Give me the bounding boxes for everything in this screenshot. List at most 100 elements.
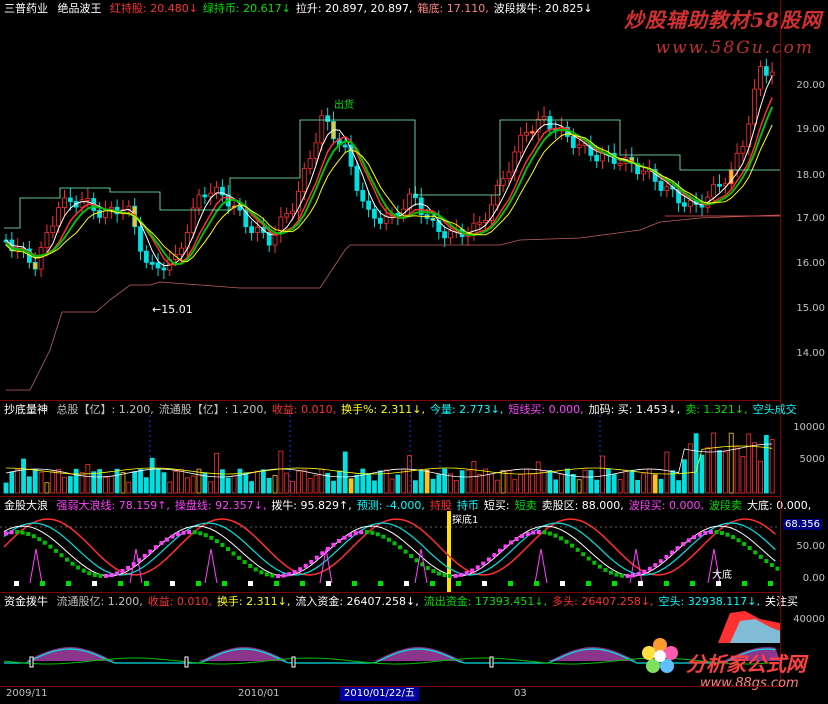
candle-body bbox=[524, 132, 529, 136]
volume-bar bbox=[758, 460, 763, 494]
volume-bar bbox=[15, 468, 21, 494]
selected-date[interactable]: 2010/01/22/五 bbox=[340, 687, 420, 701]
oscillator-dot bbox=[431, 569, 436, 574]
candle-body bbox=[658, 180, 664, 191]
volume-bar bbox=[155, 468, 161, 494]
volume-bar bbox=[214, 452, 219, 494]
oscillator-dot bbox=[103, 573, 108, 578]
candle-body bbox=[769, 71, 775, 76]
volume-bar bbox=[430, 478, 436, 494]
oscillator-dot bbox=[148, 549, 153, 554]
oscillator-header-item: 波段买: 0.000, bbox=[628, 499, 705, 512]
volume-header-item: 今量: 2.773↓, bbox=[429, 403, 504, 416]
oscillator-dot bbox=[775, 566, 780, 571]
fund-header-item: 空头: 32938.117↓, bbox=[658, 595, 760, 608]
oscillator-triangle bbox=[204, 548, 218, 584]
oscillator-dot bbox=[159, 541, 164, 546]
fund-indicator-name: 资金拨牛 bbox=[4, 595, 48, 608]
volume-bar bbox=[611, 474, 617, 494]
volume-bar bbox=[600, 455, 605, 494]
oscillator-dot bbox=[514, 536, 519, 541]
candle-body bbox=[307, 158, 313, 169]
ma-line-green bbox=[5, 106, 774, 266]
volume-bar bbox=[576, 479, 582, 494]
fund-header-item: 流入资金: 26407.258↓, bbox=[295, 595, 419, 608]
main-price-panel[interactable] bbox=[0, 0, 780, 400]
price-chart[interactable] bbox=[0, 0, 780, 400]
candle-body bbox=[190, 207, 196, 233]
oscillator-dot bbox=[309, 559, 314, 564]
oscillator-line-cyan bbox=[3, 522, 776, 576]
volume-bar bbox=[91, 471, 97, 494]
candle-body bbox=[56, 207, 62, 227]
fund-marker bbox=[489, 656, 494, 668]
oscillator-baseline-marker bbox=[40, 581, 45, 586]
oscillator-dot bbox=[675, 546, 680, 551]
candle-body bbox=[354, 165, 360, 191]
stock-name[interactable]: 三普药业 bbox=[4, 2, 48, 15]
candle-body bbox=[196, 194, 202, 209]
volume-bar bbox=[711, 432, 717, 494]
volume-bar bbox=[336, 470, 342, 494]
oscillator-baseline-marker bbox=[196, 581, 201, 586]
oscillator-dot bbox=[126, 565, 131, 570]
volume-bar bbox=[231, 475, 237, 494]
candle-body bbox=[62, 197, 67, 209]
oscillator-name: 金股大浪 bbox=[4, 499, 48, 512]
oscillator-dot bbox=[370, 530, 375, 535]
oscillator-baseline-marker bbox=[248, 581, 253, 586]
low-price-label: ←15.01 bbox=[152, 303, 193, 316]
volume-bar bbox=[132, 471, 138, 494]
volume-bar bbox=[547, 469, 553, 494]
oscillator-dot bbox=[681, 542, 686, 547]
fund-marker bbox=[184, 656, 189, 668]
volume-bar bbox=[301, 469, 307, 494]
volume-bar bbox=[617, 479, 623, 494]
oscillator-baseline-marker bbox=[560, 581, 565, 586]
main-header: 三普药业 绝品波王 红持股: 20.480↓ 绿持币: 20.617↓ 拉升: 20… bbox=[4, 2, 593, 16]
fund-marker bbox=[291, 656, 296, 668]
oscillator-dot bbox=[281, 573, 286, 578]
oscillator-line-red bbox=[3, 518, 776, 576]
candle-body bbox=[161, 267, 167, 271]
volume-bar bbox=[752, 442, 758, 494]
oscillator-dot bbox=[120, 569, 125, 574]
volume-bar bbox=[389, 478, 395, 494]
candle-body bbox=[448, 230, 453, 239]
date-axis[interactable]: 2009/11 2010/01 2010/01/22/五 03 bbox=[0, 686, 780, 704]
oscillator-axis: 68.356 50.00 0.00 bbox=[780, 496, 828, 592]
volume-bar bbox=[67, 476, 73, 494]
volume-bar bbox=[459, 470, 465, 494]
volume-bar bbox=[559, 473, 565, 494]
oscillator-dot bbox=[475, 565, 480, 570]
main-header-item: 绿持币: 20.617↓ bbox=[202, 2, 291, 15]
volume-bar bbox=[412, 480, 418, 494]
oscillator-dot bbox=[48, 544, 53, 549]
volume-bar bbox=[319, 468, 325, 494]
price-axis-tick-label: 15.00 bbox=[796, 303, 825, 314]
price-axis-tick-label: 16.00 bbox=[796, 258, 825, 269]
price-axis-tick-label: 18.00 bbox=[796, 170, 825, 181]
oscillator-header-item: 操盘线: 92.357↓, bbox=[174, 499, 267, 512]
volume-header-items: 总股【亿】: 1.200, 流通股【亿】: 1.200, 收益: 0.010, 换手%… bbox=[52, 403, 797, 416]
oscillator-dot bbox=[597, 564, 602, 569]
volume-bar bbox=[21, 458, 26, 494]
volume-bar bbox=[9, 471, 15, 494]
volume-bar bbox=[179, 469, 184, 494]
oscillator-dot bbox=[398, 545, 403, 550]
oscillator-baseline-marker bbox=[664, 581, 669, 586]
date-label-3: 03 bbox=[514, 688, 527, 699]
candle-body bbox=[38, 247, 44, 270]
volume-bar bbox=[249, 481, 255, 494]
flower-logo-icon bbox=[642, 638, 678, 673]
oscillator-baseline-marker bbox=[742, 581, 747, 586]
oscillator-dot bbox=[9, 530, 14, 535]
oscillator-dot bbox=[214, 539, 219, 544]
candle-body bbox=[734, 152, 740, 171]
oscillator-baseline-marker bbox=[118, 581, 123, 586]
volume-axis: 10000 5000 bbox=[780, 400, 828, 496]
volume-bar bbox=[541, 470, 547, 494]
oscillator-dot bbox=[459, 572, 464, 577]
oscillator-dot bbox=[242, 560, 247, 565]
volume-bar bbox=[693, 433, 699, 494]
